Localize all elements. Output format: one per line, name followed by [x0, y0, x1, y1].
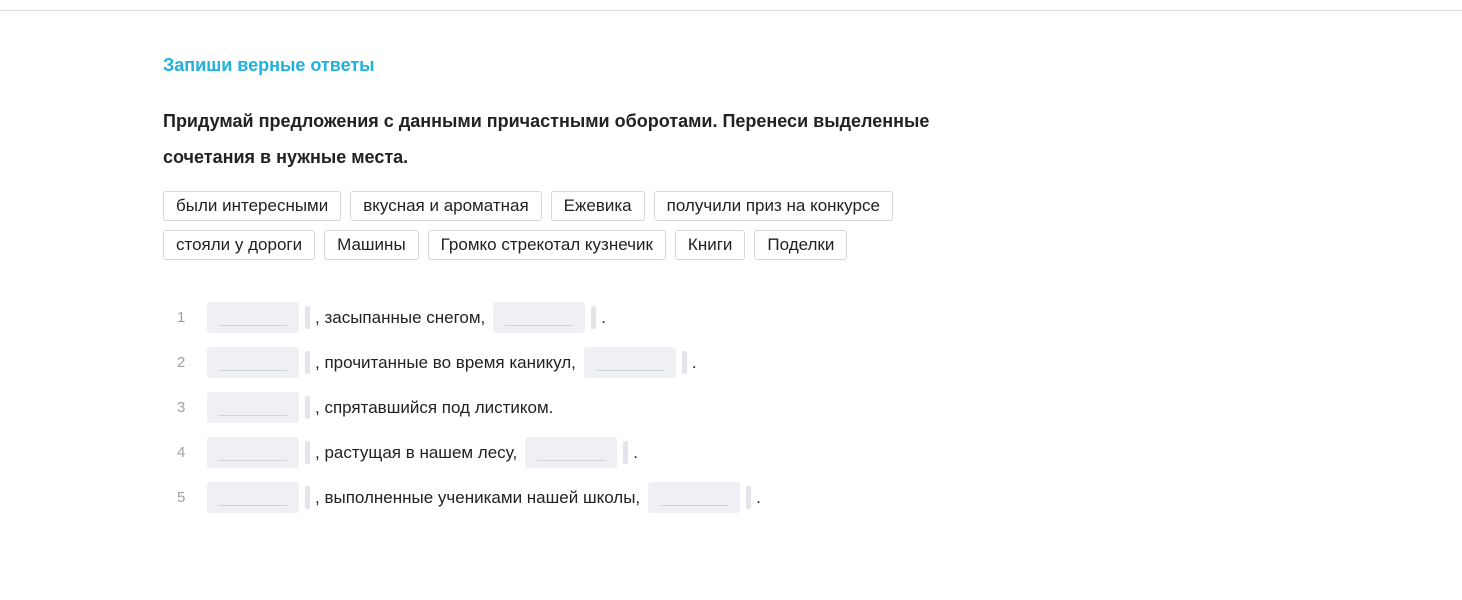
- word-chip-knigi[interactable]: Книги: [674, 230, 746, 260]
- drop-slot-subject[interactable]: [207, 482, 299, 513]
- slot-handle: [305, 441, 310, 464]
- word-chip-vkusnaya-i-aromatnaya[interactable]: вкусная и ароматная: [350, 191, 542, 221]
- word-chip-poluchili-priz[interactable]: получили приз на конкурсе: [653, 191, 893, 221]
- word-chip-mashiny[interactable]: Машины: [324, 230, 419, 260]
- row-number: 3: [177, 399, 186, 416]
- sentence-text: , растущая в нашем лесу,: [315, 442, 518, 462]
- slot-handle: [681, 351, 687, 374]
- sentence-row: 2 , прочитанные во время каникул, .: [163, 347, 761, 378]
- sentence-text: , прочитанные во время каникул,: [315, 352, 576, 372]
- task-header: Запиши верные ответы: [163, 55, 375, 75]
- drop-slot-subject[interactable]: [207, 392, 299, 423]
- sentence-end: .: [756, 487, 761, 507]
- word-chip-gromko-strekotal[interactable]: Громко стрекотал кузнечик: [427, 230, 666, 260]
- drop-slot-predicate[interactable]: [525, 437, 618, 468]
- top-divider: [0, 10, 1462, 11]
- row-number: 1: [177, 309, 186, 326]
- drop-slot-subject[interactable]: [207, 302, 299, 333]
- sentence-end: .: [601, 307, 607, 327]
- sentence-row: 3 , спрятавшийся под листиком.: [163, 392, 761, 423]
- sentence-row: 5 , выполненные учениками нашей школы, .: [163, 482, 761, 513]
- slot-handle: [623, 441, 629, 464]
- slot-handle: [305, 306, 310, 329]
- drop-slot-subject[interactable]: [207, 347, 299, 378]
- instruction-line: Придумай предложения с данными причастны…: [163, 111, 930, 131]
- task-instruction: Придумай предложения с данными причастны…: [163, 103, 963, 175]
- word-chip-byli-interesnymi[interactable]: были интересными: [163, 191, 342, 221]
- sentence-row: 4 , растущая в нашем лесу, .: [163, 437, 761, 468]
- word-bank: были интересными вкусная и ароматная Еже…: [163, 191, 963, 260]
- drop-slot-predicate[interactable]: [583, 347, 676, 378]
- drop-slot-predicate[interactable]: [493, 302, 586, 333]
- drop-slot-predicate[interactable]: [648, 482, 741, 513]
- slot-handle: [305, 396, 310, 419]
- slot-handle: [305, 486, 310, 509]
- sentence-end: .: [691, 352, 697, 372]
- instruction-line: сочетания в нужные места.: [163, 147, 409, 167]
- slot-handle: [591, 306, 597, 329]
- word-chip-podelki[interactable]: Поделки: [754, 230, 848, 260]
- drop-slot-subject[interactable]: [207, 437, 299, 468]
- sentence-text: , выполненные учениками нашей школы,: [315, 487, 641, 507]
- sentence-text: , спрятавшийся под листиком.: [315, 397, 554, 417]
- slot-handle: [746, 486, 752, 509]
- row-number: 5: [177, 489, 186, 506]
- word-chip-stoyali-u-dorogi[interactable]: стояли у дороги: [163, 230, 316, 260]
- row-number: 4: [177, 444, 186, 461]
- row-number: 2: [177, 354, 186, 371]
- word-chip-ezhevika[interactable]: Ежевика: [550, 191, 645, 221]
- sentence-text: , засыпанные снегом,: [315, 307, 486, 327]
- sentence-row: 1 , засыпанные снегом, .: [163, 302, 761, 333]
- sentence-end: .: [633, 442, 638, 462]
- sentence-list: 1 , засыпанные снегом, . 2 , прочитанные…: [163, 302, 761, 527]
- slot-handle: [305, 351, 310, 374]
